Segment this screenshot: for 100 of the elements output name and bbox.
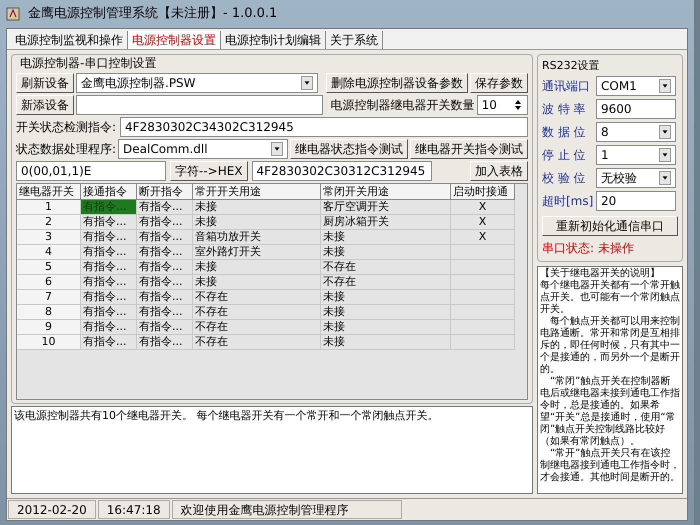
table-cell bbox=[451, 320, 515, 335]
table-cell: 未接 bbox=[193, 215, 321, 230]
table-cell: 未接 bbox=[321, 245, 451, 260]
table-cell: 有指令... bbox=[137, 290, 193, 305]
row-header[interactable]: 4 bbox=[17, 245, 81, 260]
table-cell: 有指令... bbox=[81, 290, 137, 305]
switch-test-button[interactable]: 继电器开关指令测试 bbox=[410, 139, 528, 159]
column-header[interactable]: 接通指令 bbox=[81, 184, 137, 200]
table-cell: 有指令... bbox=[81, 335, 137, 350]
table-cell: 有指令... bbox=[81, 230, 137, 245]
spinner-arrows-icon[interactable] bbox=[513, 98, 523, 112]
add-to-table-button[interactable]: 加入表格 bbox=[470, 161, 528, 181]
table-cell: 未接 bbox=[193, 275, 321, 290]
tab[interactable]: 电源控制器设置 bbox=[128, 31, 221, 49]
info-text-area[interactable]: 该电源控制器共有10个继电器开关。 每个继电器开关有一个常开和一个常闭触点开关。 bbox=[11, 406, 533, 494]
delete-parameters-button[interactable]: 删除电源控制器设备参数 bbox=[326, 73, 468, 93]
relay-count-spinner[interactable]: 10 bbox=[476, 95, 528, 115]
table-cell: 室外路灯开关 bbox=[193, 245, 321, 260]
setting-label: 波 特 率 bbox=[542, 101, 587, 118]
table-cell: 未接 bbox=[321, 335, 451, 350]
setting-label: 超时[ms] bbox=[542, 193, 594, 210]
help-paragraph: 每个触点开关都可以用来控制电路通断。常开和常闭是互相排斥的，即任何时候，只有其中一个是接通的，而另外一个是断开的。 bbox=[540, 316, 680, 376]
setting-field[interactable]: 20 bbox=[596, 191, 676, 211]
table-cell: X bbox=[451, 200, 515, 215]
window-title: 金鹰电源控制管理系统【未注册】- 1.0.0.1 bbox=[28, 5, 278, 24]
detect-command-label: 开关状态检测指令: bbox=[16, 119, 116, 136]
table-cell: 有指令... bbox=[81, 200, 137, 215]
setting-select[interactable]: 无校验 bbox=[596, 168, 676, 188]
help-paragraph: 【关于继电器开关的说明】 bbox=[540, 268, 661, 280]
column-header[interactable]: 断开指令 bbox=[137, 184, 193, 200]
table-cell: 不存在 bbox=[321, 260, 451, 275]
column-header[interactable]: 常开开关用途 bbox=[193, 184, 321, 200]
table-cell: 未接 bbox=[193, 260, 321, 275]
table-cell: 有指令... bbox=[137, 230, 193, 245]
setting-label: 数 据 位 bbox=[542, 124, 587, 141]
table-cell bbox=[451, 305, 515, 320]
setting-field[interactable]: 9600 bbox=[596, 99, 676, 119]
row-header[interactable]: 8 bbox=[17, 305, 81, 320]
save-parameters-button[interactable]: 保存参数 bbox=[470, 73, 528, 93]
table-cell: X bbox=[451, 215, 515, 230]
status-panel: 16:47:18 bbox=[98, 500, 170, 519]
row-header[interactable]: 9 bbox=[17, 320, 81, 335]
table-cell: 不存在 bbox=[193, 320, 321, 335]
setting-label: 校 验 位 bbox=[542, 170, 587, 187]
group-title: 电源控制器-串口控制设置 bbox=[19, 55, 158, 71]
row-header[interactable]: 1 bbox=[17, 200, 81, 215]
table-cell bbox=[451, 290, 515, 305]
help-paragraph: “常闭”触点开关在控制器断电后或继电器未接到通电工作指令时，总是接通的。如果希望“开关”总是接通时，使用“常闭”触点开关控制线路比较好（如果有常闭触点）。 bbox=[540, 376, 680, 448]
detect-command-field[interactable]: 4F2830302C34302C312945 bbox=[120, 117, 528, 137]
row-header[interactable]: 10 bbox=[17, 335, 81, 350]
row-header[interactable]: 5 bbox=[17, 260, 81, 275]
add-device-button[interactable]: 新添设备 bbox=[16, 95, 74, 115]
setting-select[interactable]: COM1 bbox=[596, 76, 676, 96]
refresh-device-button[interactable]: 刷新设备 bbox=[16, 73, 74, 93]
row-header[interactable]: 7 bbox=[17, 290, 81, 305]
table-cell: 不存在 bbox=[193, 305, 321, 320]
relay-count-label: 电源控制器继电器开关数量 bbox=[330, 97, 475, 114]
table-cell: 有指令... bbox=[137, 305, 193, 320]
table-cell: 有指令... bbox=[81, 215, 137, 230]
app-icon bbox=[6, 7, 20, 21]
help-text-area[interactable] bbox=[537, 266, 683, 494]
reinit-port-button[interactable]: 重新初始化通信串口 bbox=[542, 216, 678, 236]
character-input-field[interactable]: 0(00,01,1)E bbox=[16, 161, 166, 181]
table-cell: 有指令... bbox=[137, 215, 193, 230]
row-header[interactable]: 6 bbox=[17, 275, 81, 290]
setting-label: 通讯端口 bbox=[542, 78, 591, 95]
table-cell: 不存在 bbox=[193, 335, 321, 350]
convert-hex-button[interactable]: 字符-->HEX bbox=[170, 161, 248, 181]
table-cell: 有指令... bbox=[81, 260, 137, 275]
handler-label: 状态数据处理程序: bbox=[16, 141, 116, 158]
column-header[interactable]: 启动时接通 bbox=[451, 184, 515, 200]
port-status: 串口状态: 未操作 bbox=[542, 240, 635, 257]
table-cell: 未接 bbox=[321, 230, 451, 245]
table-cell: 客厅空调开关 bbox=[321, 200, 451, 215]
hex-field[interactable]: 4F2830302C30312C312945 bbox=[252, 161, 432, 181]
column-header[interactable]: 常闭开关用途 bbox=[321, 184, 451, 200]
help-paragraph: 每个继电器开关都有一个常开触点开关。也可能有一个常闭触点开关。 bbox=[540, 280, 680, 316]
row-header[interactable]: 2 bbox=[17, 215, 81, 230]
setting-select[interactable]: 1 bbox=[596, 145, 676, 165]
table-cell bbox=[451, 275, 515, 290]
table-cell: 有指令... bbox=[137, 260, 193, 275]
table-cell: 不存在 bbox=[193, 290, 321, 305]
table-cell: 有指令... bbox=[137, 200, 193, 215]
table-cell: 有指令... bbox=[137, 335, 193, 350]
device-name-field[interactable] bbox=[76, 95, 323, 115]
device-select[interactable]: 金鹰电源控制器.PSW bbox=[76, 73, 318, 93]
table-cell: 未接 bbox=[321, 320, 451, 335]
setting-select[interactable]: 8 bbox=[596, 122, 676, 142]
table-cell: 不存在 bbox=[321, 275, 451, 290]
help-paragraph: “常开”触点开关只有在该控制继电器接到通电工作指令时，才会接通。其他时间是断开的。 bbox=[540, 448, 680, 484]
table-cell: X bbox=[451, 230, 515, 245]
table-cell: 音箱功放开关 bbox=[193, 230, 321, 245]
table-cell bbox=[451, 245, 515, 260]
status-test-button[interactable]: 继电器状态指令测试 bbox=[290, 139, 408, 159]
row-header[interactable]: 3 bbox=[17, 230, 81, 245]
setting-label: 停 止 位 bbox=[542, 147, 587, 164]
table-cell bbox=[451, 335, 515, 350]
handler-select[interactable]: DealComm.dll bbox=[118, 139, 288, 159]
column-header[interactable]: 继电器开关 bbox=[17, 184, 81, 200]
table-cell: 有指令... bbox=[137, 245, 193, 260]
